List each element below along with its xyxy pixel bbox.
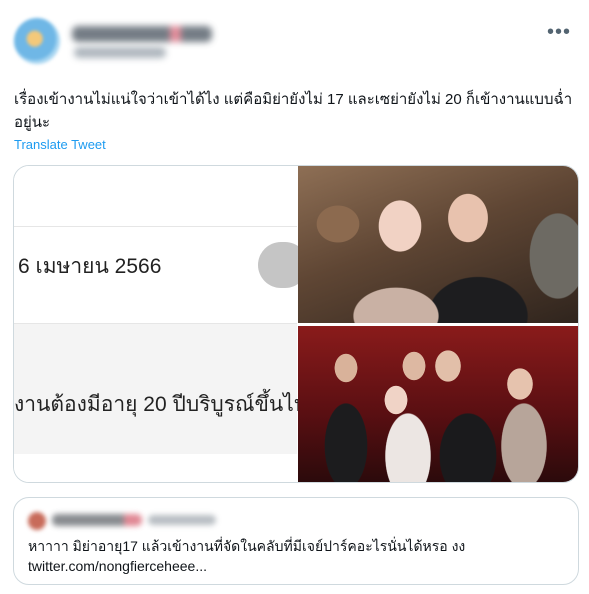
event-date: 6 เมษายน 2566 bbox=[18, 255, 162, 278]
divider bbox=[14, 226, 297, 227]
media-photo-2[interactable] bbox=[298, 326, 578, 482]
quote-author-avatar bbox=[28, 512, 46, 530]
translate-tweet-link[interactable]: Translate Tweet bbox=[14, 137, 106, 152]
quote-author-handle-blurred bbox=[148, 515, 216, 525]
quote-author-name-blurred bbox=[52, 514, 142, 526]
quote-tweet-text: หาาาา มิย่าอายุ17 แล้วเข้างานที่จัดในคลั… bbox=[28, 536, 568, 576]
quote-link[interactable]: twitter.com/nongfierceheee... bbox=[28, 556, 568, 576]
author-avatar[interactable] bbox=[14, 18, 60, 64]
author-handle-blurred bbox=[74, 47, 166, 58]
media-photo-1[interactable] bbox=[298, 166, 578, 323]
tweet-text: เรื่องเข้างานไม่แน่ใจว่าเข้าได้ไง แต่คือ… bbox=[14, 91, 573, 131]
author-name-blurred[interactable] bbox=[72, 26, 212, 42]
quote-tweet[interactable]: หาาาา มิย่าอายุ17 แล้วเข้างานที่จัดในคลั… bbox=[13, 497, 579, 585]
age-requirement: งานต้องมีอายุ 20 ปีบริบูรณ์ขึ้นไป bbox=[14, 393, 308, 416]
media-grid: 6 เมษายน 2566 งานต้องมีอายุ 20 ปีบริบูรณ… bbox=[13, 165, 579, 483]
more-horizontal-icon[interactable]: ••• bbox=[547, 22, 571, 42]
quote-text-line: หาาาา มิย่าอายุ17 แล้วเข้างานที่จัดในคลั… bbox=[28, 538, 466, 554]
media-screenshot[interactable]: 6 เมษายน 2566 งานต้องมีอายุ 20 ปีบริบูรณ… bbox=[14, 166, 308, 482]
